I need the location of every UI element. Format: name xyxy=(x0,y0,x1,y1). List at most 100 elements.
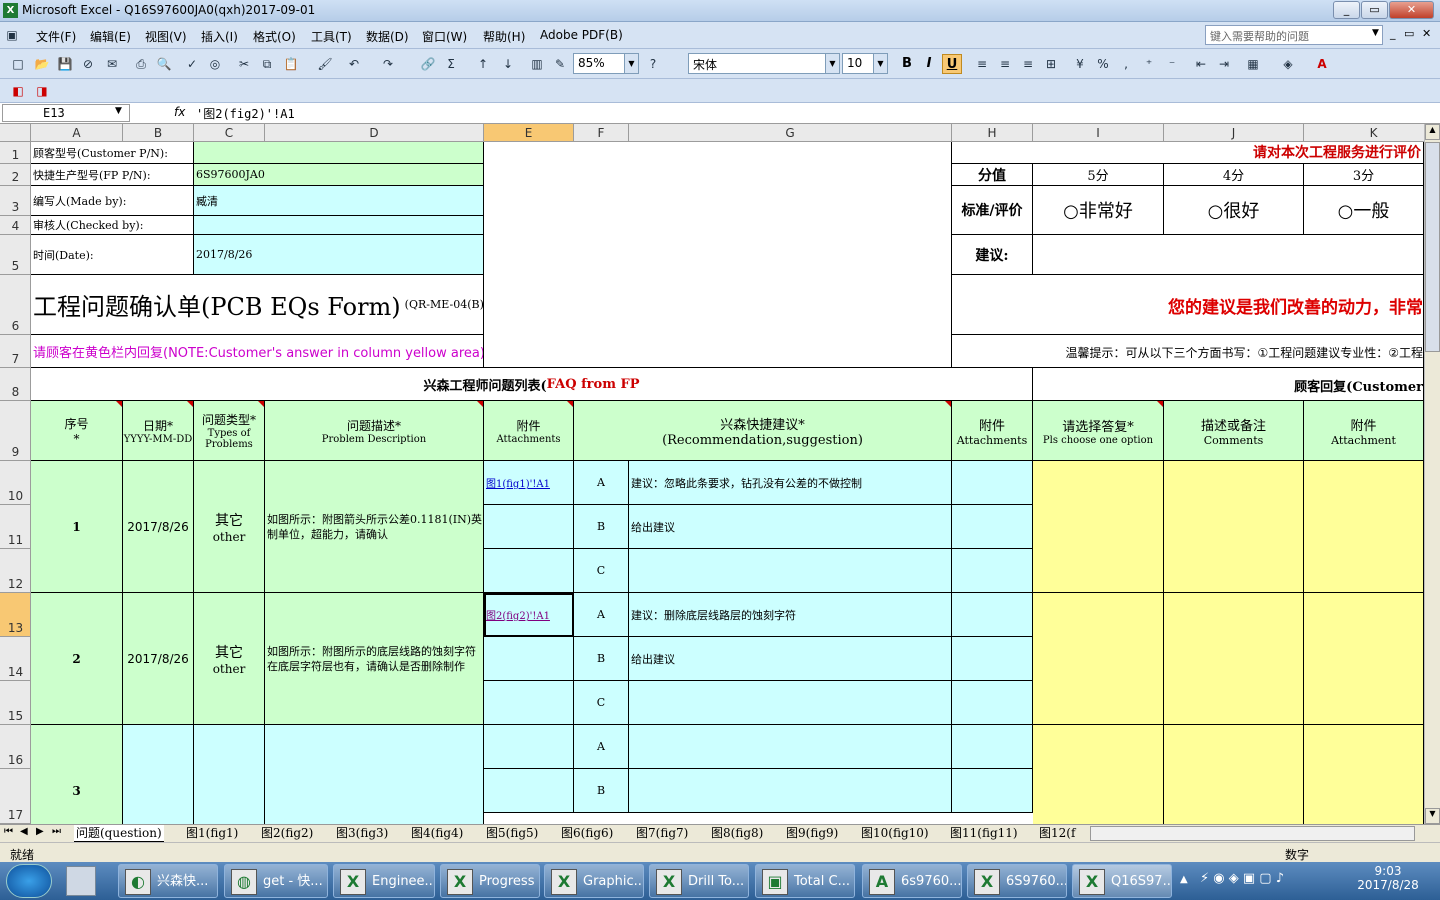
col-header-b[interactable]: B xyxy=(123,124,194,142)
comment-marker-icon[interactable] xyxy=(945,401,951,407)
sheet-tab-fig6[interactable]: 图6(fig6) xyxy=(559,825,615,842)
percent-icon[interactable]: % xyxy=(1095,56,1111,72)
attachment2-cell[interactable] xyxy=(952,725,1033,769)
issue-no[interactable]: 2 xyxy=(31,593,123,725)
attachment2-cell[interactable] xyxy=(952,505,1033,549)
menu-help[interactable]: 帮助(H) xyxy=(483,28,525,45)
menu-view[interactable]: 视图(V) xyxy=(145,28,187,45)
comment-marker-icon[interactable] xyxy=(187,401,193,407)
checked-by-field[interactable] xyxy=(194,216,484,235)
suggest-field[interactable] xyxy=(1033,235,1424,275)
made-by-value[interactable]: 臧清 xyxy=(194,186,484,216)
option-text[interactable] xyxy=(629,549,952,593)
vertical-scrollbar[interactable]: ▲ ▼ xyxy=(1424,124,1440,824)
chart-wizard-icon[interactable]: ▥ xyxy=(529,56,545,72)
taskbar-item[interactable]: X 6S9760... xyxy=(967,864,1067,898)
attachment-cell[interactable] xyxy=(484,505,574,549)
restore-button[interactable]: ▭ xyxy=(1361,1,1388,19)
permission-icon[interactable]: ⊘ xyxy=(80,56,96,72)
taskbar-item[interactable]: ◐ 兴森快... xyxy=(118,864,218,898)
col-header-g[interactable]: G xyxy=(629,124,952,142)
cut-icon[interactable]: ✂ xyxy=(236,56,252,72)
tab-last-icon[interactable]: ⏭ xyxy=(52,826,61,837)
customer-choice-cell[interactable] xyxy=(1033,461,1164,593)
row-header-6[interactable]: 6 xyxy=(0,275,31,335)
issue-type[interactable]: 其它 other xyxy=(194,593,265,725)
print-icon[interactable]: ⎙ xyxy=(133,56,149,72)
issue-type[interactable]: 其它 other xyxy=(194,461,265,593)
zoom-dropdown-icon[interactable]: ▼ xyxy=(624,54,638,73)
align-right-icon[interactable]: ≡ xyxy=(1020,56,1036,72)
row-header-7[interactable]: 7 xyxy=(0,335,31,368)
help-icon[interactable]: ? xyxy=(645,56,661,72)
convert-pdf-email-icon[interactable]: ◨ xyxy=(34,83,50,99)
tab-first-icon[interactable]: ⏮ xyxy=(4,826,13,837)
decrease-decimal-icon[interactable]: ⁻ xyxy=(1164,56,1180,72)
row-header-3[interactable]: 3 xyxy=(0,186,31,216)
taskbar-item[interactable]: X Enginee... xyxy=(333,864,435,898)
attachment2-cell[interactable] xyxy=(952,681,1033,725)
minimize-button[interactable]: _ xyxy=(1333,1,1360,19)
option-very-good[interactable]: ○非常好 xyxy=(1033,186,1164,235)
select-all-corner[interactable] xyxy=(0,124,31,142)
fp-pn-value[interactable]: 6S97600JA0 xyxy=(194,164,484,186)
tab-prev-icon[interactable]: ◀ xyxy=(20,826,28,837)
issue-desc[interactable]: 如图所示：附图箭头所示公差0.1181(IN)英制单位，超能力，请确认 xyxy=(265,461,484,593)
start-button[interactable] xyxy=(6,864,52,898)
sheet-tab-fig11[interactable]: 图11(fig11) xyxy=(948,825,1020,842)
row-header-17[interactable]: 17 xyxy=(0,769,31,824)
sheet-tab-fig10[interactable]: 图10(fig10) xyxy=(859,825,931,842)
customer-comment-cell[interactable] xyxy=(1164,725,1304,824)
font-dropdown-icon[interactable]: ▼ xyxy=(825,54,839,73)
row-header-11[interactable]: 11 xyxy=(0,505,31,549)
clock[interactable]: 9:03 2017/8/28 xyxy=(1348,864,1428,892)
attachment-cell[interactable] xyxy=(484,769,574,813)
convert-pdf-icon[interactable]: ◧ xyxy=(10,83,26,99)
option-text[interactable] xyxy=(629,769,952,813)
format-painter-icon[interactable]: 🖌 xyxy=(317,56,333,72)
customer-choice-cell[interactable] xyxy=(1033,593,1164,725)
taskbar-item[interactable]: ◍ get - 快... xyxy=(224,864,328,898)
autosum-icon[interactable]: Σ xyxy=(443,56,459,72)
row-header-5[interactable]: 5 xyxy=(0,235,31,275)
option-text[interactable] xyxy=(629,681,952,725)
sheet-tab-fig7[interactable]: 图7(fig7) xyxy=(634,825,690,842)
doc-minimize-icon[interactable]: _ xyxy=(1390,27,1396,40)
issue-date[interactable] xyxy=(123,725,194,824)
align-center-icon[interactable]: ≡ xyxy=(997,56,1013,72)
row-header-1[interactable]: 1 xyxy=(0,142,31,164)
attachment-cell[interactable] xyxy=(484,549,574,593)
row-header-10[interactable]: 10 xyxy=(0,461,31,505)
option-text[interactable]: 给出建议 xyxy=(629,637,952,681)
issue-date[interactable]: 2017/8/26 xyxy=(123,461,194,593)
sheet-tab-fig2[interactable]: 图2(fig2) xyxy=(259,825,315,842)
excel-doc-icon[interactable]: ▣ xyxy=(4,27,20,43)
option-average[interactable]: ○一般 xyxy=(1304,186,1424,235)
spreadsheet-grid[interactable]: A B C D E F G H I J K 1 2 3 4 5 6 7 8 9 … xyxy=(0,124,1424,824)
open-icon[interactable]: 📂 xyxy=(34,56,50,72)
font-select[interactable]: 宋体 ▼ xyxy=(688,53,840,74)
col-header-j[interactable]: J xyxy=(1164,124,1304,142)
italic-button[interactable]: I xyxy=(919,54,939,74)
customer-choice-cell[interactable] xyxy=(1033,725,1164,824)
attachment-link[interactable]: 图1(fig1)'!A1 xyxy=(484,461,574,505)
menu-insert[interactable]: 插入(I) xyxy=(201,28,238,45)
customer-comment-cell[interactable] xyxy=(1164,461,1304,593)
row-header-16[interactable]: 16 xyxy=(0,725,31,769)
help-search-input[interactable]: 键入需要帮助的问题 xyxy=(1205,25,1383,45)
col-header-k[interactable]: K xyxy=(1304,124,1424,142)
comment-marker-icon[interactable] xyxy=(1157,401,1163,407)
size-dropdown-icon[interactable]: ▼ xyxy=(873,54,887,73)
scroll-up-icon[interactable]: ▲ xyxy=(1425,124,1440,140)
issue-desc[interactable] xyxy=(265,725,484,824)
row-header-4[interactable]: 4 xyxy=(0,216,31,235)
sort-desc-icon[interactable]: ↓ xyxy=(500,56,516,72)
row-header-13[interactable]: 13 xyxy=(0,593,31,637)
option-good[interactable]: ○很好 xyxy=(1164,186,1304,235)
col-header-f[interactable]: F xyxy=(574,124,629,142)
sheet-tab-fig12[interactable]: 图12(f xyxy=(1037,825,1077,842)
row-header-12[interactable]: 12 xyxy=(0,549,31,593)
font-size-select[interactable]: 10 ▼ xyxy=(842,53,888,74)
doc-close-icon[interactable]: ✕ xyxy=(1422,27,1431,40)
undo-icon[interactable]: ↶ xyxy=(346,56,362,72)
